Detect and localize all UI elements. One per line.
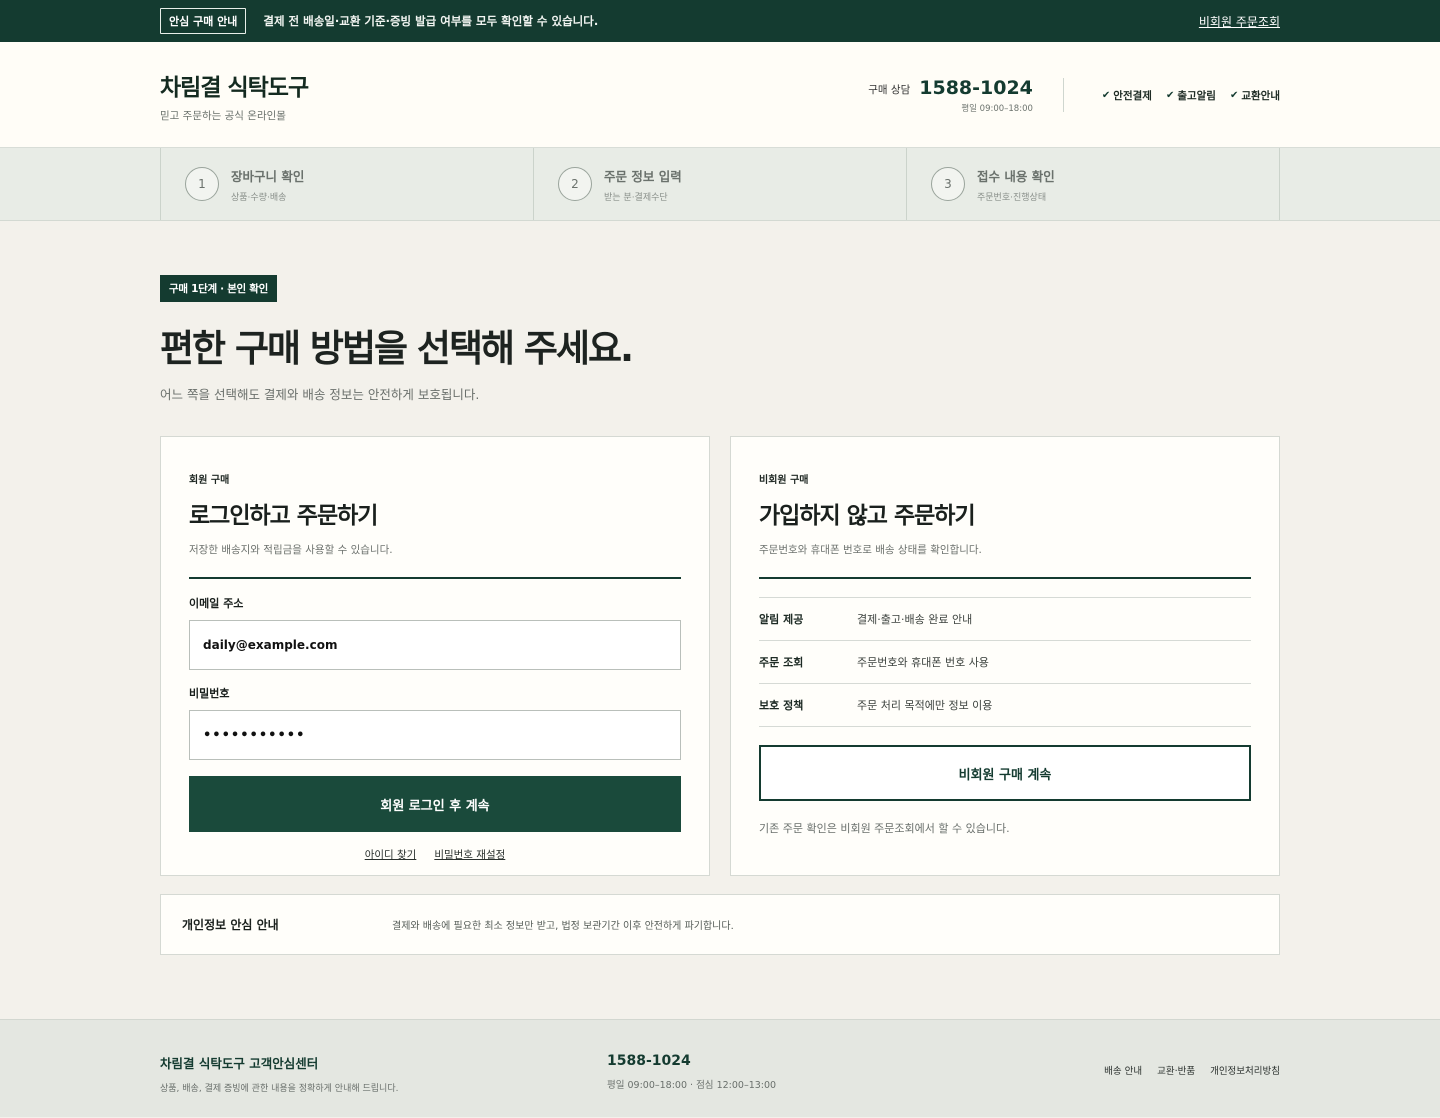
info-value: 결제·출고·배송 완료 안내 — [857, 613, 973, 626]
step-number: 3 — [931, 167, 965, 201]
guest-order-lookup-link[interactable]: 비회원 주문조회 — [1199, 13, 1280, 30]
card-title: 가입하지 않고 주문하기 — [759, 503, 976, 529]
notice-text: 결제 전 배송일·교환 기준·증빙 발급 여부를 모두 확인할 수 있습니다. — [263, 14, 599, 28]
check-label: 안전결제 — [1113, 89, 1152, 102]
trust-checks: ✔ 안전결제 ✔ 출고알림 ✔ 교환안내 — [1102, 88, 1280, 103]
brand-tagline: 믿고 주문하는 공식 온라인몰 — [160, 109, 286, 122]
info-row-protection: 보호 정책 주문 처리 목적에만 정보 이용 — [759, 684, 1251, 727]
info-key: 주문 조회 — [759, 656, 804, 669]
page-subtitle: 어느 쪽을 선택해도 결제와 배송 정보는 안전하게 보호됩니다. — [160, 387, 480, 402]
check-icon: ✔ — [1229, 89, 1239, 101]
step-cart: 1 장바구니 확인 상품·수량·배송 — [161, 148, 534, 220]
footer-phone: 1588-1024 — [607, 1053, 691, 1069]
contact-number: 1588-1024 — [919, 76, 1033, 99]
footer-title: 차림결 식탁도구 고객안심센터 — [160, 1056, 319, 1071]
page-title: 편한 구매 방법을 선택해 주세요. — [160, 327, 634, 370]
safe-purchase-badge[interactable]: 안심 구매 안내 — [160, 8, 247, 34]
step-subtitle: 상품·수량·배송 — [231, 192, 287, 203]
footer-links: 배송 안내 교환·반품 개인정보처리방침 — [1104, 1063, 1280, 1077]
check-safe-payment: ✔ 안전결제 — [1102, 88, 1152, 103]
header-divider — [1062, 78, 1064, 112]
check-label: 교환안내 — [1241, 89, 1280, 102]
contact-info: 구매 상담 1588-1024 평일 09:00–18:00 — [868, 77, 1033, 114]
contact-label: 구매 상담 — [868, 83, 911, 96]
top-notice-bar: 안심 구매 안내 결제 전 배송일·교환 기준·증빙 발급 여부를 모두 확인할… — [0, 0, 1440, 42]
account-help-links: 아이디 찾기 비밀번호 재설정 — [189, 847, 681, 862]
check-label: 출고알림 — [1177, 89, 1216, 102]
step-title: 주문 정보 입력 — [604, 168, 682, 184]
step-title: 접수 내용 확인 — [977, 168, 1055, 184]
info-key: 알림 제공 — [759, 613, 804, 626]
card-eyebrow: 비회원 구매 — [759, 475, 809, 486]
step-subtitle: 받는 분·결제수단 — [604, 192, 668, 203]
card-description: 주문번호와 휴대폰 번호로 배송 상태를 확인합니다. — [759, 544, 982, 556]
guest-note: 기존 주문 확인은 비회원 주문조회에서 할 수 있습니다. — [759, 822, 1010, 835]
step-number: 1 — [185, 167, 219, 201]
guest-purchase-continue-button[interactable]: 비회원 구매 계속 — [759, 745, 1251, 801]
privacy-text: 결제와 배송에 필요한 최소 정보만 받고, 법정 보관기간 이후 안전하게 파… — [392, 921, 734, 932]
check-shipping-alert: ✔ 출고알림 — [1166, 88, 1216, 103]
footer-link-privacy-policy[interactable]: 개인정보처리방침 — [1210, 1063, 1280, 1077]
password-field[interactable]: ••••••••••• — [189, 710, 681, 760]
check-exchange-guide: ✔ 교환안내 — [1230, 88, 1280, 103]
checkout-steps: 1 장바구니 확인 상품·수량·배송 2 주문 정보 입력 받는 분·결제수단 … — [0, 148, 1440, 221]
step-number: 2 — [558, 167, 592, 201]
card-description: 저장한 배송지와 적립금을 사용할 수 있습니다. — [189, 544, 393, 556]
main-content: 구매 1단계 · 본인 확인 편한 구매 방법을 선택해 주세요. 어느 쪽을 … — [0, 221, 1440, 955]
footer-subtitle: 상품, 배송, 결제 증빙에 관한 내용을 정확하게 안내해 드립니다. — [160, 1084, 399, 1094]
footer-link-shipping[interactable]: 배송 안내 — [1104, 1063, 1142, 1077]
card-divider — [189, 577, 681, 579]
card-eyebrow: 회원 구매 — [189, 475, 230, 486]
member-login-continue-button[interactable]: 회원 로그인 후 계속 — [189, 776, 681, 832]
check-icon: ✔ — [1101, 89, 1111, 101]
step-title: 장바구니 확인 — [231, 168, 305, 184]
brand-name[interactable]: 차림결 식탁도구 — [160, 68, 309, 102]
info-row-order-lookup: 주문 조회 주문번호와 휴대폰 번호 사용 — [759, 641, 1251, 684]
email-label: 이메일 주소 — [189, 597, 244, 610]
email-field[interactable]: daily@example.com — [189, 620, 681, 670]
guest-purchase-card: 비회원 구매 가입하지 않고 주문하기 주문번호와 휴대폰 번호로 배송 상태를… — [730, 436, 1280, 876]
footer-hours: 평일 09:00–18:00 · 점심 12:00–13:00 — [607, 1080, 777, 1091]
guest-info-list: 알림 제공 결제·출고·배송 완료 안내 주문 조회 주문번호와 휴대폰 번호 … — [759, 597, 1251, 727]
info-value: 주문 처리 목적에만 정보 이용 — [857, 699, 993, 712]
privacy-title: 개인정보 안심 안내 — [182, 918, 279, 932]
stage-badge: 구매 1단계 · 본인 확인 — [160, 275, 277, 302]
reset-password-link[interactable]: 비밀번호 재설정 — [434, 847, 505, 862]
step-subtitle: 주문번호·진행상태 — [977, 192, 1047, 203]
step-order-info: 2 주문 정보 입력 받는 분·결제수단 — [534, 148, 907, 220]
footer-link-exchange[interactable]: 교환·반품 — [1157, 1063, 1195, 1077]
step-confirm: 3 접수 내용 확인 주문번호·진행상태 — [907, 148, 1279, 220]
contact-hours: 평일 09:00–18:00 — [961, 103, 1033, 114]
check-icon: ✔ — [1165, 89, 1175, 101]
card-title: 로그인하고 주문하기 — [189, 503, 378, 529]
card-divider — [759, 577, 1251, 579]
password-label: 비밀번호 — [189, 687, 230, 700]
info-value: 주문번호와 휴대폰 번호 사용 — [857, 656, 989, 669]
brand[interactable]: 차림결 식탁도구 믿고 주문하는 공식 온라인몰 — [160, 68, 309, 123]
info-row-notification: 알림 제공 결제·출고·배송 완료 안내 — [759, 598, 1251, 641]
privacy-notice: 개인정보 안심 안내 결제와 배송에 필요한 최소 정보만 받고, 법정 보관기… — [160, 894, 1280, 955]
site-footer: 차림결 식탁도구 고객안심센터 상품, 배송, 결제 증빙에 관한 내용을 정확… — [0, 1019, 1440, 1117]
info-key: 보호 정책 — [759, 699, 804, 712]
site-header: 차림결 식탁도구 믿고 주문하는 공식 온라인몰 구매 상담 1588-1024… — [0, 42, 1440, 148]
purchase-options: 회원 구매 로그인하고 주문하기 저장한 배송지와 적립금을 사용할 수 있습니… — [160, 436, 1280, 876]
find-id-link[interactable]: 아이디 찾기 — [365, 847, 417, 862]
member-purchase-card: 회원 구매 로그인하고 주문하기 저장한 배송지와 적립금을 사용할 수 있습니… — [160, 436, 710, 876]
